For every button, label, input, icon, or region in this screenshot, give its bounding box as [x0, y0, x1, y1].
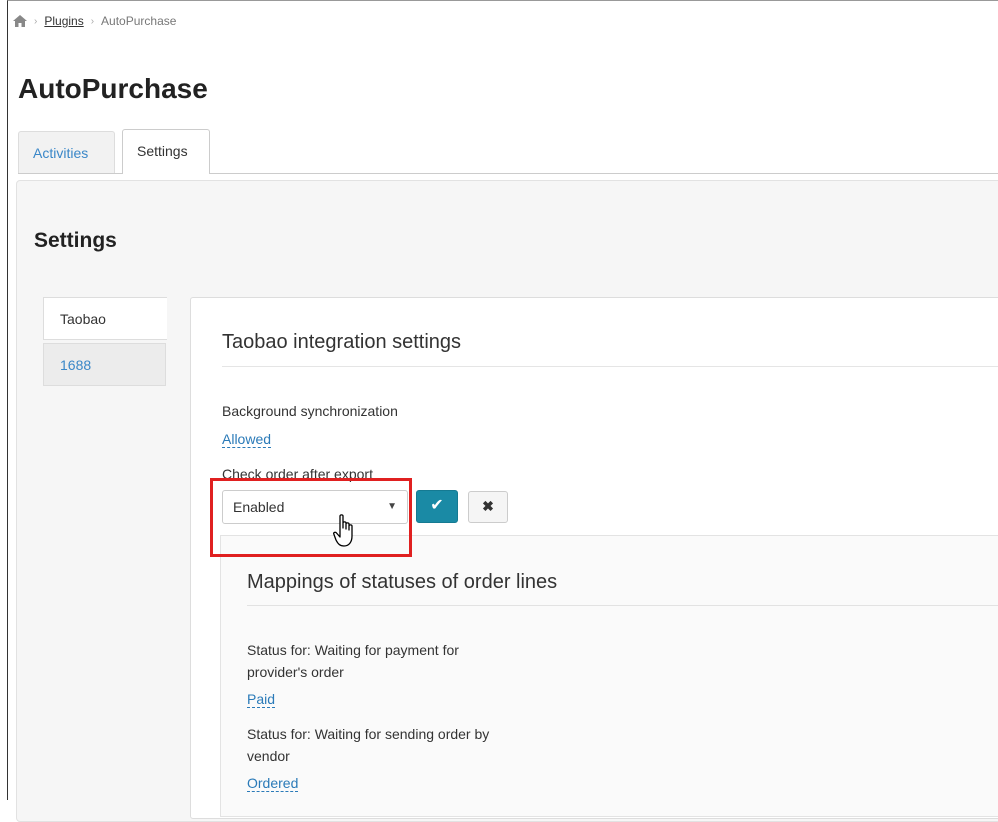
- mapping-status-label: Status for: Waiting for payment for: [247, 642, 459, 658]
- divider: [247, 605, 998, 606]
- mapping-value-link[interactable]: Paid: [247, 691, 276, 708]
- checkmark-icon: ✔: [430, 497, 444, 514]
- cancel-button[interactable]: ✖: [468, 491, 508, 523]
- side-tab-1688[interactable]: 1688: [43, 343, 166, 386]
- mapping-status-label: provider's order: [247, 664, 344, 680]
- breadcrumb: › Plugins › AutoPurchase: [13, 14, 176, 28]
- mapping-status-label: Status for: Waiting for sending order by: [247, 726, 490, 742]
- confirm-button[interactable]: ✔: [416, 490, 458, 523]
- highlight-box: [210, 478, 412, 557]
- settings-heading: Settings: [34, 229, 117, 252]
- page-title: AutoPurchase: [18, 73, 208, 104]
- close-icon: ✖: [482, 498, 494, 514]
- divider: [222, 366, 998, 367]
- tab-activities[interactable]: Activities: [18, 131, 115, 173]
- home-icon[interactable]: [13, 15, 27, 27]
- hand-cursor-icon: [333, 514, 353, 547]
- mappings-title: Mappings of statuses of order lines: [247, 571, 558, 593]
- tab-settings[interactable]: Settings: [122, 129, 210, 174]
- breadcrumb-plugins-link[interactable]: Plugins: [44, 14, 83, 28]
- background-sync-value-link[interactable]: Allowed: [222, 431, 272, 448]
- background-sync-label: Background synchronization: [222, 403, 398, 419]
- breadcrumb-separator: ›: [90, 15, 95, 27]
- top-tabs: Activities Settings: [18, 129, 998, 174]
- section-title: Taobao integration settings: [222, 331, 462, 353]
- breadcrumb-current: AutoPurchase: [101, 14, 177, 28]
- mapping-status-label: vendor: [247, 748, 290, 764]
- mapping-value-link[interactable]: Ordered: [247, 775, 299, 792]
- breadcrumb-separator: ›: [34, 15, 38, 27]
- side-tab-taobao[interactable]: Taobao: [43, 297, 167, 340]
